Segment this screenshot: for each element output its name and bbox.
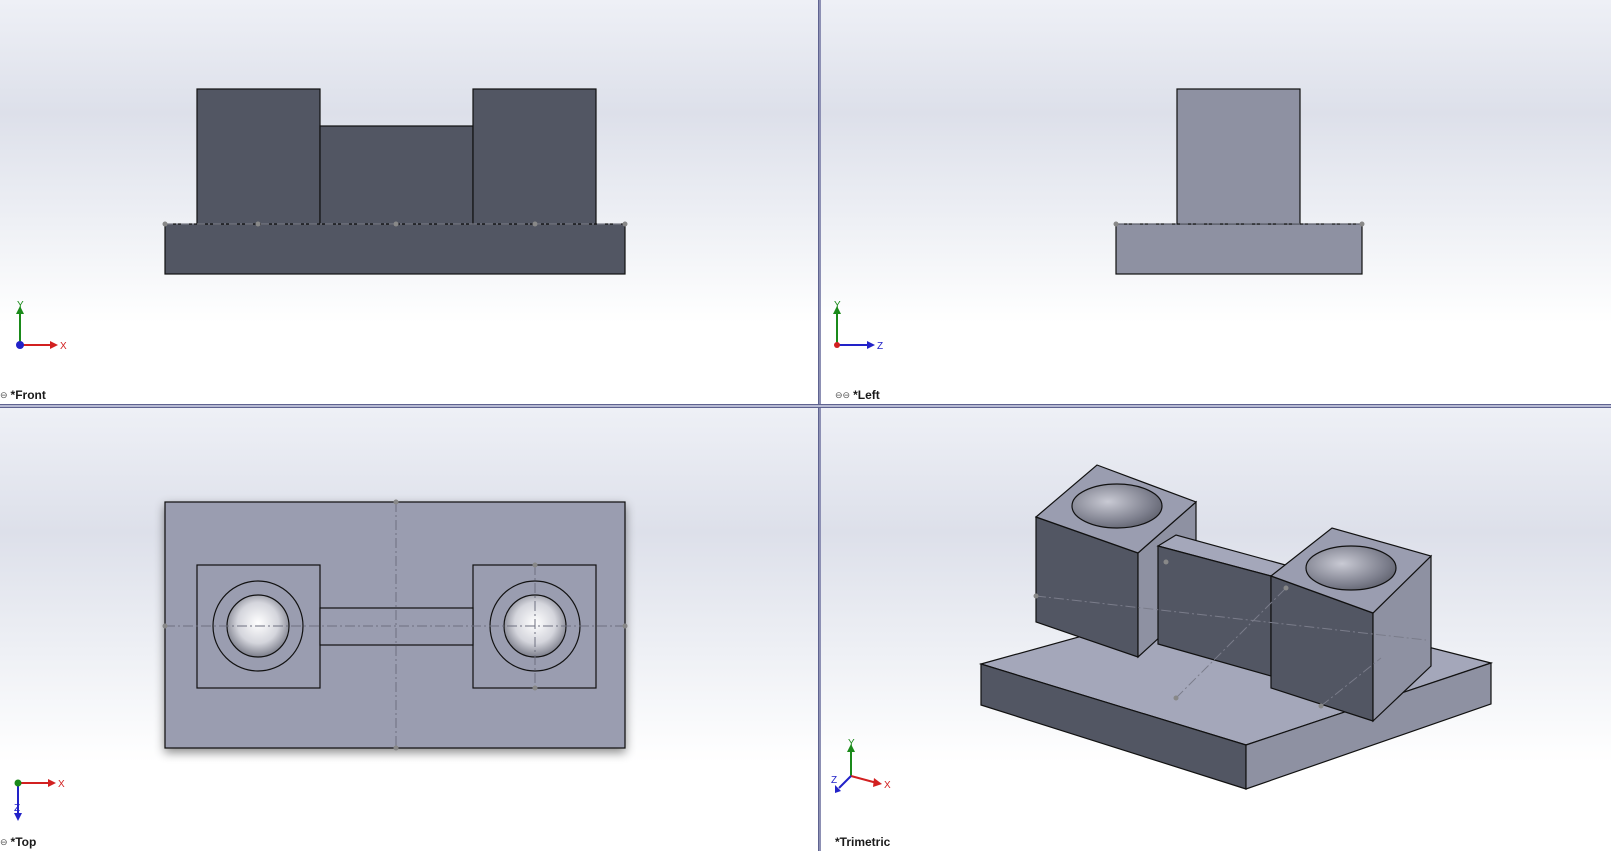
top-viewport[interactable]: X Z ⊖ *Top xyxy=(0,408,818,851)
front-axis-y-label: Y xyxy=(17,300,24,311)
left-block xyxy=(1176,88,1301,225)
trimetric-axis-y-label: Y xyxy=(848,738,855,749)
link-icon: ⊖ xyxy=(0,389,8,400)
viewport-splitter-horizontal[interactable] xyxy=(0,404,1611,408)
top-view-label: ⊖ *Top xyxy=(0,835,37,849)
iso-right-hole xyxy=(1305,545,1397,591)
left-viewport[interactable]: Y Z ⊖⊖ *Left xyxy=(821,0,1611,404)
top-view-model[interactable] xyxy=(0,408,818,851)
front-right-block xyxy=(472,88,597,225)
front-base xyxy=(164,223,626,275)
front-viewport[interactable]: Y X ⊖ *Front xyxy=(0,0,818,404)
link-icon: ⊖⊖ xyxy=(835,389,851,400)
front-axis-x-label: X xyxy=(60,341,67,352)
trimetric-view-model[interactable] xyxy=(821,408,1611,851)
left-axis-y-label: Y xyxy=(834,300,841,311)
left-axis-z-label: Z xyxy=(877,341,883,352)
iso-left-hole xyxy=(1071,483,1163,529)
trimetric-axis-x-label: X xyxy=(884,780,891,791)
trimetric-viewport[interactable]: Y X Z *Trimetric xyxy=(821,408,1611,851)
left-base xyxy=(1115,223,1363,275)
top-axis-x-label: X xyxy=(58,779,65,790)
link-icon: ⊖ xyxy=(0,836,8,847)
front-view-label: ⊖ *Front xyxy=(0,388,46,402)
front-axis-triad: Y X xyxy=(16,300,67,352)
left-view-label: ⊖⊖ *Left xyxy=(835,388,880,402)
trimetric-view-label: *Trimetric xyxy=(835,835,891,849)
viewport-splitter-vertical[interactable] xyxy=(818,0,821,851)
left-view-model[interactable] xyxy=(821,0,1611,404)
front-bridge xyxy=(319,125,474,225)
trimetric-axis-z-label: Z xyxy=(831,775,837,786)
front-view-model[interactable] xyxy=(0,0,818,404)
trimetric-axis-triad: Y X Z xyxy=(831,738,891,793)
left-axis-triad: Y Z xyxy=(833,300,883,352)
top-axis-triad: X Z xyxy=(14,779,65,821)
top-axis-z-label: Z xyxy=(14,803,20,814)
front-left-block xyxy=(196,88,321,225)
